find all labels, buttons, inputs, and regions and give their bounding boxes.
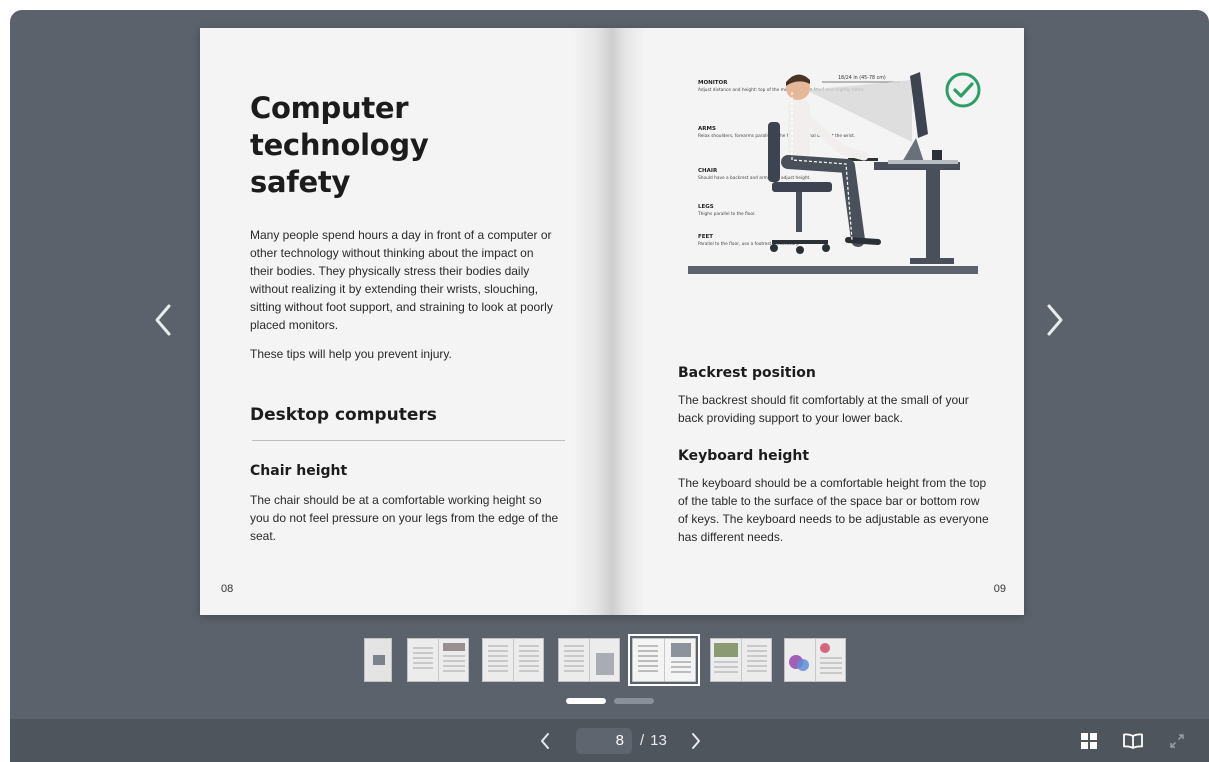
- section-divider: [252, 440, 565, 441]
- thumbnail-strip: [10, 634, 1209, 686]
- svg-text:Thighs parallel to the floor.: Thighs parallel to the floor.: [697, 211, 756, 217]
- book-view-icon: [1123, 733, 1143, 749]
- check-circle-icon: [945, 72, 981, 108]
- book-view-button[interactable]: [1121, 729, 1145, 753]
- total-pages: 13: [650, 732, 667, 749]
- grid-view-button[interactable]: [1077, 729, 1101, 753]
- toolbar-prev-button[interactable]: [530, 726, 560, 756]
- label-arms-title: ARMS: [698, 126, 716, 132]
- left-page[interactable]: Computer technology safety Many people s…: [200, 28, 612, 615]
- next-page-button[interactable]: [1035, 300, 1075, 340]
- scrollbar-track-rest: [614, 698, 654, 704]
- chevron-left-icon: [155, 304, 171, 336]
- thumbnail-half: [365, 639, 391, 681]
- toolbar-next-button[interactable]: [681, 726, 711, 756]
- tips-paragraph: These tips will help you prevent injury.: [250, 347, 452, 361]
- thumbnail-half: [814, 639, 845, 681]
- thumbnail-half: [512, 639, 543, 681]
- chevron-left-icon: [541, 732, 549, 749]
- page-navigator: 8 / 13: [530, 719, 711, 762]
- view-controls: [1077, 719, 1189, 762]
- chevron-right-icon: [691, 732, 700, 749]
- backrest-heading: Backrest position: [678, 365, 816, 381]
- thumbnail-scrollbar[interactable]: [566, 698, 654, 704]
- svg-text:Should have a backrest and arm: Should have a backrest and armrests, adj…: [698, 175, 811, 181]
- label-legs-text: Thighs parallel to the floor.: [697, 211, 756, 217]
- thumbnail-pages-8-9[interactable]: [628, 634, 700, 686]
- thumbnail-pages-12-13[interactable]: [784, 638, 846, 682]
- fullscreen-icon: [1170, 733, 1184, 748]
- thumbnail-half: [663, 639, 695, 681]
- prev-page-button[interactable]: [143, 300, 183, 340]
- thumbnail-pages-10-11[interactable]: [710, 638, 772, 682]
- intro-text: Many people spend hours a day in front o…: [250, 226, 560, 374]
- keyboard-heading: Keyboard height: [678, 448, 810, 464]
- thumbnail-page-1[interactable]: [364, 638, 392, 682]
- ergonomics-illustration: MONITOR Adjust distance and height: top …: [688, 72, 981, 274]
- intro-paragraph: Many people spend hours a day in front o…: [250, 228, 553, 332]
- thumbnail-half: [483, 639, 513, 681]
- label-feet-title: FEET: [698, 234, 713, 240]
- title-line: technology: [250, 128, 429, 162]
- thumbnail-half: [711, 639, 741, 681]
- title-line: Computer: [250, 91, 409, 125]
- backrest-text: The backrest should fit comfortably at t…: [678, 393, 969, 425]
- scrollbar-thumb[interactable]: [566, 698, 606, 704]
- page-separator: /: [640, 732, 645, 749]
- page-number-right: 09: [993, 583, 1006, 595]
- label-chair-text: Should have a backrest and armrests, adj…: [698, 175, 811, 181]
- thumbnail-half: [785, 639, 815, 681]
- thumbnail-pages-6-7[interactable]: [558, 638, 620, 682]
- thumbnail-half: [588, 639, 619, 681]
- current-page-input[interactable]: 8: [576, 727, 632, 754]
- section-heading: Desktop computers: [250, 405, 437, 425]
- flipbook-viewer: Computer technology safety Many people s…: [10, 10, 1209, 762]
- fullscreen-button[interactable]: [1165, 729, 1189, 753]
- thumbnail-pages-2-3[interactable]: [407, 638, 469, 682]
- thumbnail-half: [633, 639, 664, 681]
- thumbnail-pages-4-5[interactable]: [482, 638, 544, 682]
- chair-height-heading: Chair height: [250, 463, 348, 479]
- label-legs-title: LEGS: [698, 204, 714, 210]
- book-spread: Computer technology safety Many people s…: [200, 28, 1024, 615]
- thumbnail-half: [740, 639, 771, 681]
- right-page[interactable]: MONITOR Adjust distance and height: top …: [612, 28, 1024, 615]
- thumbnail-half: [408, 639, 438, 681]
- thumbnail-half: [559, 639, 589, 681]
- page-number-left: 08: [221, 583, 234, 595]
- title-line: safety: [250, 165, 351, 199]
- chevron-right-icon: [1047, 304, 1063, 336]
- bottom-toolbar: 8 / 13: [10, 719, 1209, 762]
- chair-height-text: The chair should be at a comfortable wor…: [250, 493, 559, 543]
- grid-view-icon: [1081, 732, 1097, 749]
- keyboard-text: The keyboard should be a comfortable hei…: [678, 476, 989, 544]
- page-title: Computer technology safety: [250, 90, 550, 201]
- label-monitor-title: MONITOR: [698, 80, 728, 86]
- thumbnail-half: [437, 639, 468, 681]
- label-chair-title: CHAIR: [698, 168, 718, 174]
- distance-label: 18/24 in (45-78 cm): [838, 75, 886, 81]
